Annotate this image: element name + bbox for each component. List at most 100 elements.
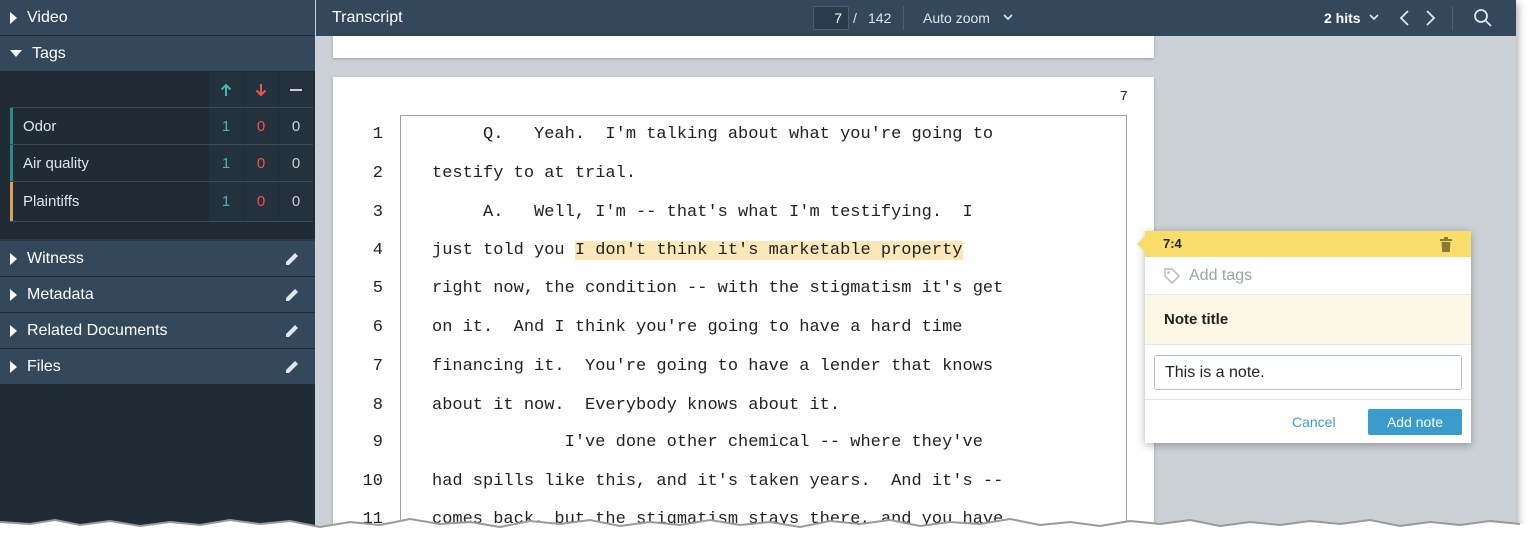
pencil-icon[interactable]	[283, 322, 301, 340]
chevron-right-icon	[10, 360, 17, 373]
page-number: 7	[1119, 89, 1128, 105]
chevron-down-icon[interactable]	[1002, 11, 1014, 23]
transcript-line[interactable]: financing it. You're going to have a len…	[432, 357, 993, 376]
tags-column-header	[0, 72, 315, 107]
line-number: 6	[372, 318, 383, 337]
tag-color-bar	[10, 108, 13, 144]
transcript-line[interactable]: testify to at trial.	[432, 164, 636, 183]
tag-up-count[interactable]: 1	[209, 145, 243, 181]
pencil-icon[interactable]	[283, 286, 301, 304]
next-hit-icon[interactable]	[1423, 9, 1437, 27]
tag-name: Odor	[23, 117, 57, 135]
transcript-line[interactable]: on it. And I think you're going to have …	[432, 318, 963, 337]
tag-neutral-count[interactable]: 0	[279, 108, 313, 144]
page-separator: /	[853, 10, 857, 26]
panel-tags-label: Tags	[32, 44, 66, 62]
chevron-down-icon	[10, 50, 22, 57]
pencil-icon[interactable]	[283, 250, 301, 268]
chevron-right-icon	[10, 252, 17, 265]
cancel-button[interactable]: Cancel	[1292, 414, 1336, 430]
panel-witness-header[interactable]: Witness	[0, 241, 315, 277]
tag-down-count[interactable]: 0	[244, 145, 278, 181]
tag-neutral-count[interactable]: 0	[279, 182, 313, 221]
tag-down-count[interactable]: 0	[244, 108, 278, 144]
pencil-icon[interactable]	[283, 358, 301, 376]
tag-up-count[interactable]: 1	[209, 108, 243, 144]
tag-row-air-quality[interactable]: Air quality 1 0 0	[10, 144, 313, 181]
line-number: 7	[372, 357, 383, 376]
search-icon[interactable]	[1473, 8, 1493, 28]
add-note-button[interactable]: Add note	[1368, 409, 1462, 435]
app-window: Video Tags Odor 1 0 0 Air quality 1 0 0 …	[0, 0, 1516, 528]
tag-name: Plaintiffs	[23, 193, 80, 210]
note-header: 7:4	[1137, 231, 1471, 257]
chevron-right-icon	[10, 324, 17, 337]
line-number: 5	[372, 279, 383, 298]
viewer-toolbar: Transcript 7 / 142 Auto zoom 2 hits	[316, 0, 1516, 36]
tag-row-odor[interactable]: Odor 1 0 0	[10, 107, 313, 144]
note-title-field[interactable]: Note title	[1145, 295, 1471, 345]
viewer-title: Transcript	[332, 9, 403, 26]
chevron-right-icon	[10, 11, 17, 24]
panel-files-header[interactable]: Files	[0, 349, 315, 385]
line-number: 1	[372, 125, 383, 144]
note-pointer	[1137, 236, 1145, 252]
note-reference: 7:4	[1163, 236, 1182, 251]
add-tags-placeholder: Add tags	[1189, 266, 1253, 284]
tag-icon	[1164, 267, 1180, 284]
note-body-input[interactable]: This is a note.	[1154, 355, 1462, 390]
transcript-line[interactable]: about it now. Everybody knows about it.	[432, 396, 840, 415]
zoom-select[interactable]: Auto zoom	[923, 10, 990, 26]
line-number: 9	[372, 433, 383, 452]
tag-row-plaintiffs[interactable]: Plaintiffs 1 0 0	[10, 181, 313, 222]
line-number: 10	[362, 472, 383, 491]
panel-related-label: Related Documents	[27, 321, 168, 339]
tag-up-count[interactable]: 1	[209, 182, 243, 221]
transcript-line[interactable]: I've done other chemical -- where they'v…	[432, 433, 983, 452]
toolbar-divider	[1452, 6, 1453, 30]
transcript-line[interactable]: right now, the condition -- with the sti…	[432, 279, 1003, 298]
sort-down-button[interactable]	[244, 72, 278, 107]
note-title-label: Note title	[1164, 311, 1229, 328]
trash-icon[interactable]	[1439, 237, 1453, 252]
arrow-down-icon	[255, 83, 267, 96]
note-popup: 7:4 Add tags Note title This is a note. …	[1137, 231, 1471, 443]
chevron-right-icon	[10, 288, 17, 301]
search-hits-count[interactable]: 2 hits	[1324, 10, 1361, 26]
line-number: 8	[372, 396, 383, 415]
transcript-line[interactable]: just told you I don't think it's marketa…	[432, 241, 963, 260]
transcript-line[interactable]: A. Well, I'm -- that's what I'm testifyi…	[432, 203, 973, 222]
tag-color-bar	[10, 182, 13, 221]
torn-edge-decoration	[0, 517, 1538, 554]
note-actions: Cancel Add note	[1145, 399, 1471, 443]
panel-video-header[interactable]: Video	[0, 0, 315, 36]
arrow-up-icon	[220, 83, 232, 96]
line-number: 3	[372, 203, 383, 222]
toolbar-divider	[903, 6, 904, 30]
add-tags-field[interactable]: Add tags	[1145, 257, 1471, 295]
neutral-button[interactable]	[279, 72, 313, 107]
sort-up-button[interactable]	[209, 72, 243, 107]
minus-icon	[290, 88, 302, 91]
line-number: 2	[372, 164, 383, 183]
panel-tags-header[interactable]: Tags	[0, 36, 315, 72]
tags-panel: Odor 1 0 0 Air quality 1 0 0 Plaintiffs …	[0, 72, 315, 241]
sidebar: Video Tags Odor 1 0 0 Air quality 1 0 0 …	[0, 0, 315, 528]
panel-metadata-header[interactable]: Metadata	[0, 277, 315, 313]
tag-color-bar	[10, 145, 13, 181]
line-text: just told you	[432, 241, 575, 260]
tag-name: Air quality	[23, 154, 89, 172]
previous-page	[333, 36, 1154, 58]
transcript-line[interactable]: Q. Yeah. I'm talking about what you're g…	[432, 125, 993, 144]
panel-witness-label: Witness	[27, 249, 84, 267]
highlighted-text[interactable]: I don't think it's marketable property	[574, 241, 963, 260]
chevron-down-icon[interactable]	[1368, 11, 1380, 23]
previous-hit-icon[interactable]	[1398, 9, 1412, 27]
panel-related-documents-header[interactable]: Related Documents	[0, 313, 315, 349]
transcript-line[interactable]: had spills like this, and it's taken yea…	[432, 472, 1003, 491]
tag-neutral-count[interactable]: 0	[279, 145, 313, 181]
tag-down-count[interactable]: 0	[244, 182, 278, 221]
page-total: 142	[868, 10, 892, 26]
panel-video-label: Video	[27, 8, 68, 26]
page-number-input[interactable]: 7	[813, 6, 849, 30]
